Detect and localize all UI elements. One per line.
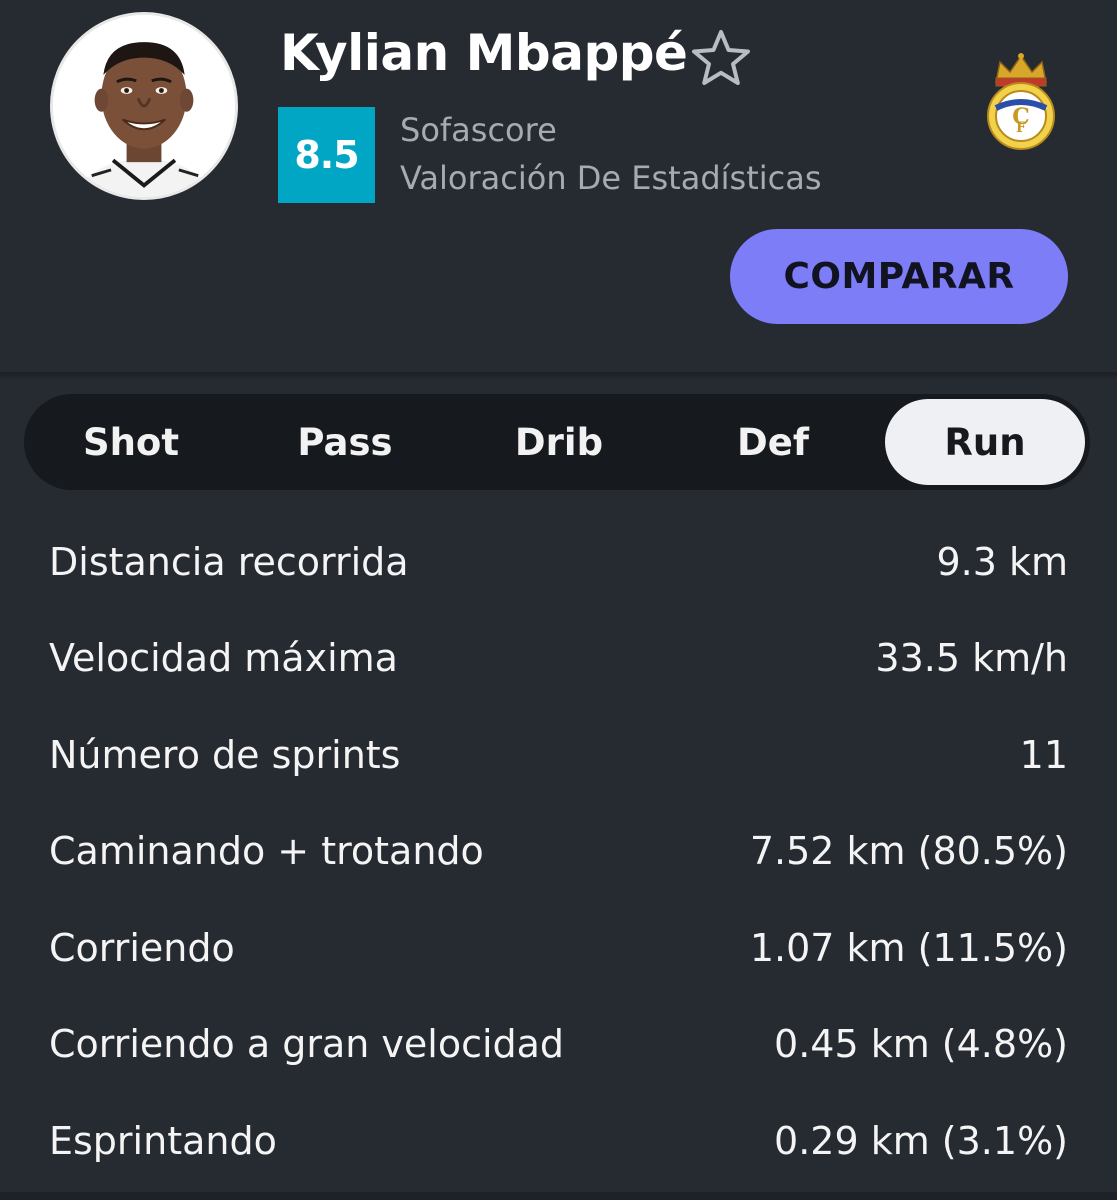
real-madrid-crest-icon: C F bbox=[987, 53, 1055, 150]
stat-value: 1.07 km (11.5%) bbox=[749, 926, 1068, 970]
svg-text:F: F bbox=[1016, 120, 1026, 136]
stat-value: 11 bbox=[1019, 733, 1068, 777]
stat-label: Corriendo a gran velocidad bbox=[49, 1022, 565, 1066]
rating-badge: 8.5 bbox=[278, 107, 375, 203]
stats-tab-bar: Shot Pass Drib Def Run bbox=[24, 394, 1090, 490]
bottom-divider bbox=[0, 1192, 1117, 1200]
tab-shot[interactable]: Shot bbox=[24, 394, 238, 490]
stat-row-distance: Distancia recorrida 9.3 km bbox=[49, 532, 1068, 592]
star-outline-icon bbox=[692, 30, 750, 85]
stat-value: 0.29 km (3.1%) bbox=[774, 1119, 1068, 1163]
stat-value: 7.52 km (80.5%) bbox=[749, 829, 1068, 873]
tab-def[interactable]: Def bbox=[666, 394, 880, 490]
rating-source: Sofascore bbox=[400, 111, 557, 149]
stat-label: Distancia recorrida bbox=[49, 540, 409, 584]
player-name: Kylian Mbappé bbox=[280, 24, 688, 82]
tab-pass[interactable]: Pass bbox=[238, 394, 452, 490]
stat-label: Corriendo bbox=[49, 926, 235, 970]
stat-row-top-speed: Velocidad máxima 33.5 km/h bbox=[49, 628, 1068, 688]
stat-value: 9.3 km bbox=[936, 540, 1068, 584]
rating-label: Valoración De Estadísticas bbox=[400, 159, 822, 197]
stat-row-sprints: Número de sprints 11 bbox=[49, 725, 1068, 785]
player-header: Kylian Mbappé 8.5 Sofascore Valoración D… bbox=[0, 0, 1117, 372]
compare-button[interactable]: COMPARAR bbox=[730, 229, 1068, 324]
stat-label: Velocidad máxima bbox=[49, 636, 398, 680]
club-crest-icon[interactable]: C F bbox=[982, 52, 1060, 152]
stat-row-high-speed-running: Corriendo a gran velocidad 0.45 km (4.8%… bbox=[49, 1014, 1068, 1074]
player-photo bbox=[53, 15, 235, 197]
stat-row-sprinting: Esprintando 0.29 km (3.1%) bbox=[49, 1111, 1068, 1171]
stat-label: Esprintando bbox=[49, 1119, 277, 1163]
player-avatar bbox=[50, 12, 238, 200]
stat-value: 0.45 km (4.8%) bbox=[774, 1022, 1068, 1066]
stat-value: 33.5 km/h bbox=[875, 636, 1068, 680]
tab-drib[interactable]: Drib bbox=[452, 394, 666, 490]
stat-label: Caminando + trotando bbox=[49, 829, 484, 873]
header-divider bbox=[0, 372, 1117, 380]
stat-row-running: Corriendo 1.07 km (11.5%) bbox=[49, 918, 1068, 978]
stat-label: Número de sprints bbox=[49, 733, 401, 777]
stat-row-walking-jogging: Caminando + trotando 7.52 km (80.5%) bbox=[49, 821, 1068, 881]
favorite-star-icon[interactable] bbox=[690, 28, 752, 90]
tab-run[interactable]: Run bbox=[885, 399, 1085, 485]
